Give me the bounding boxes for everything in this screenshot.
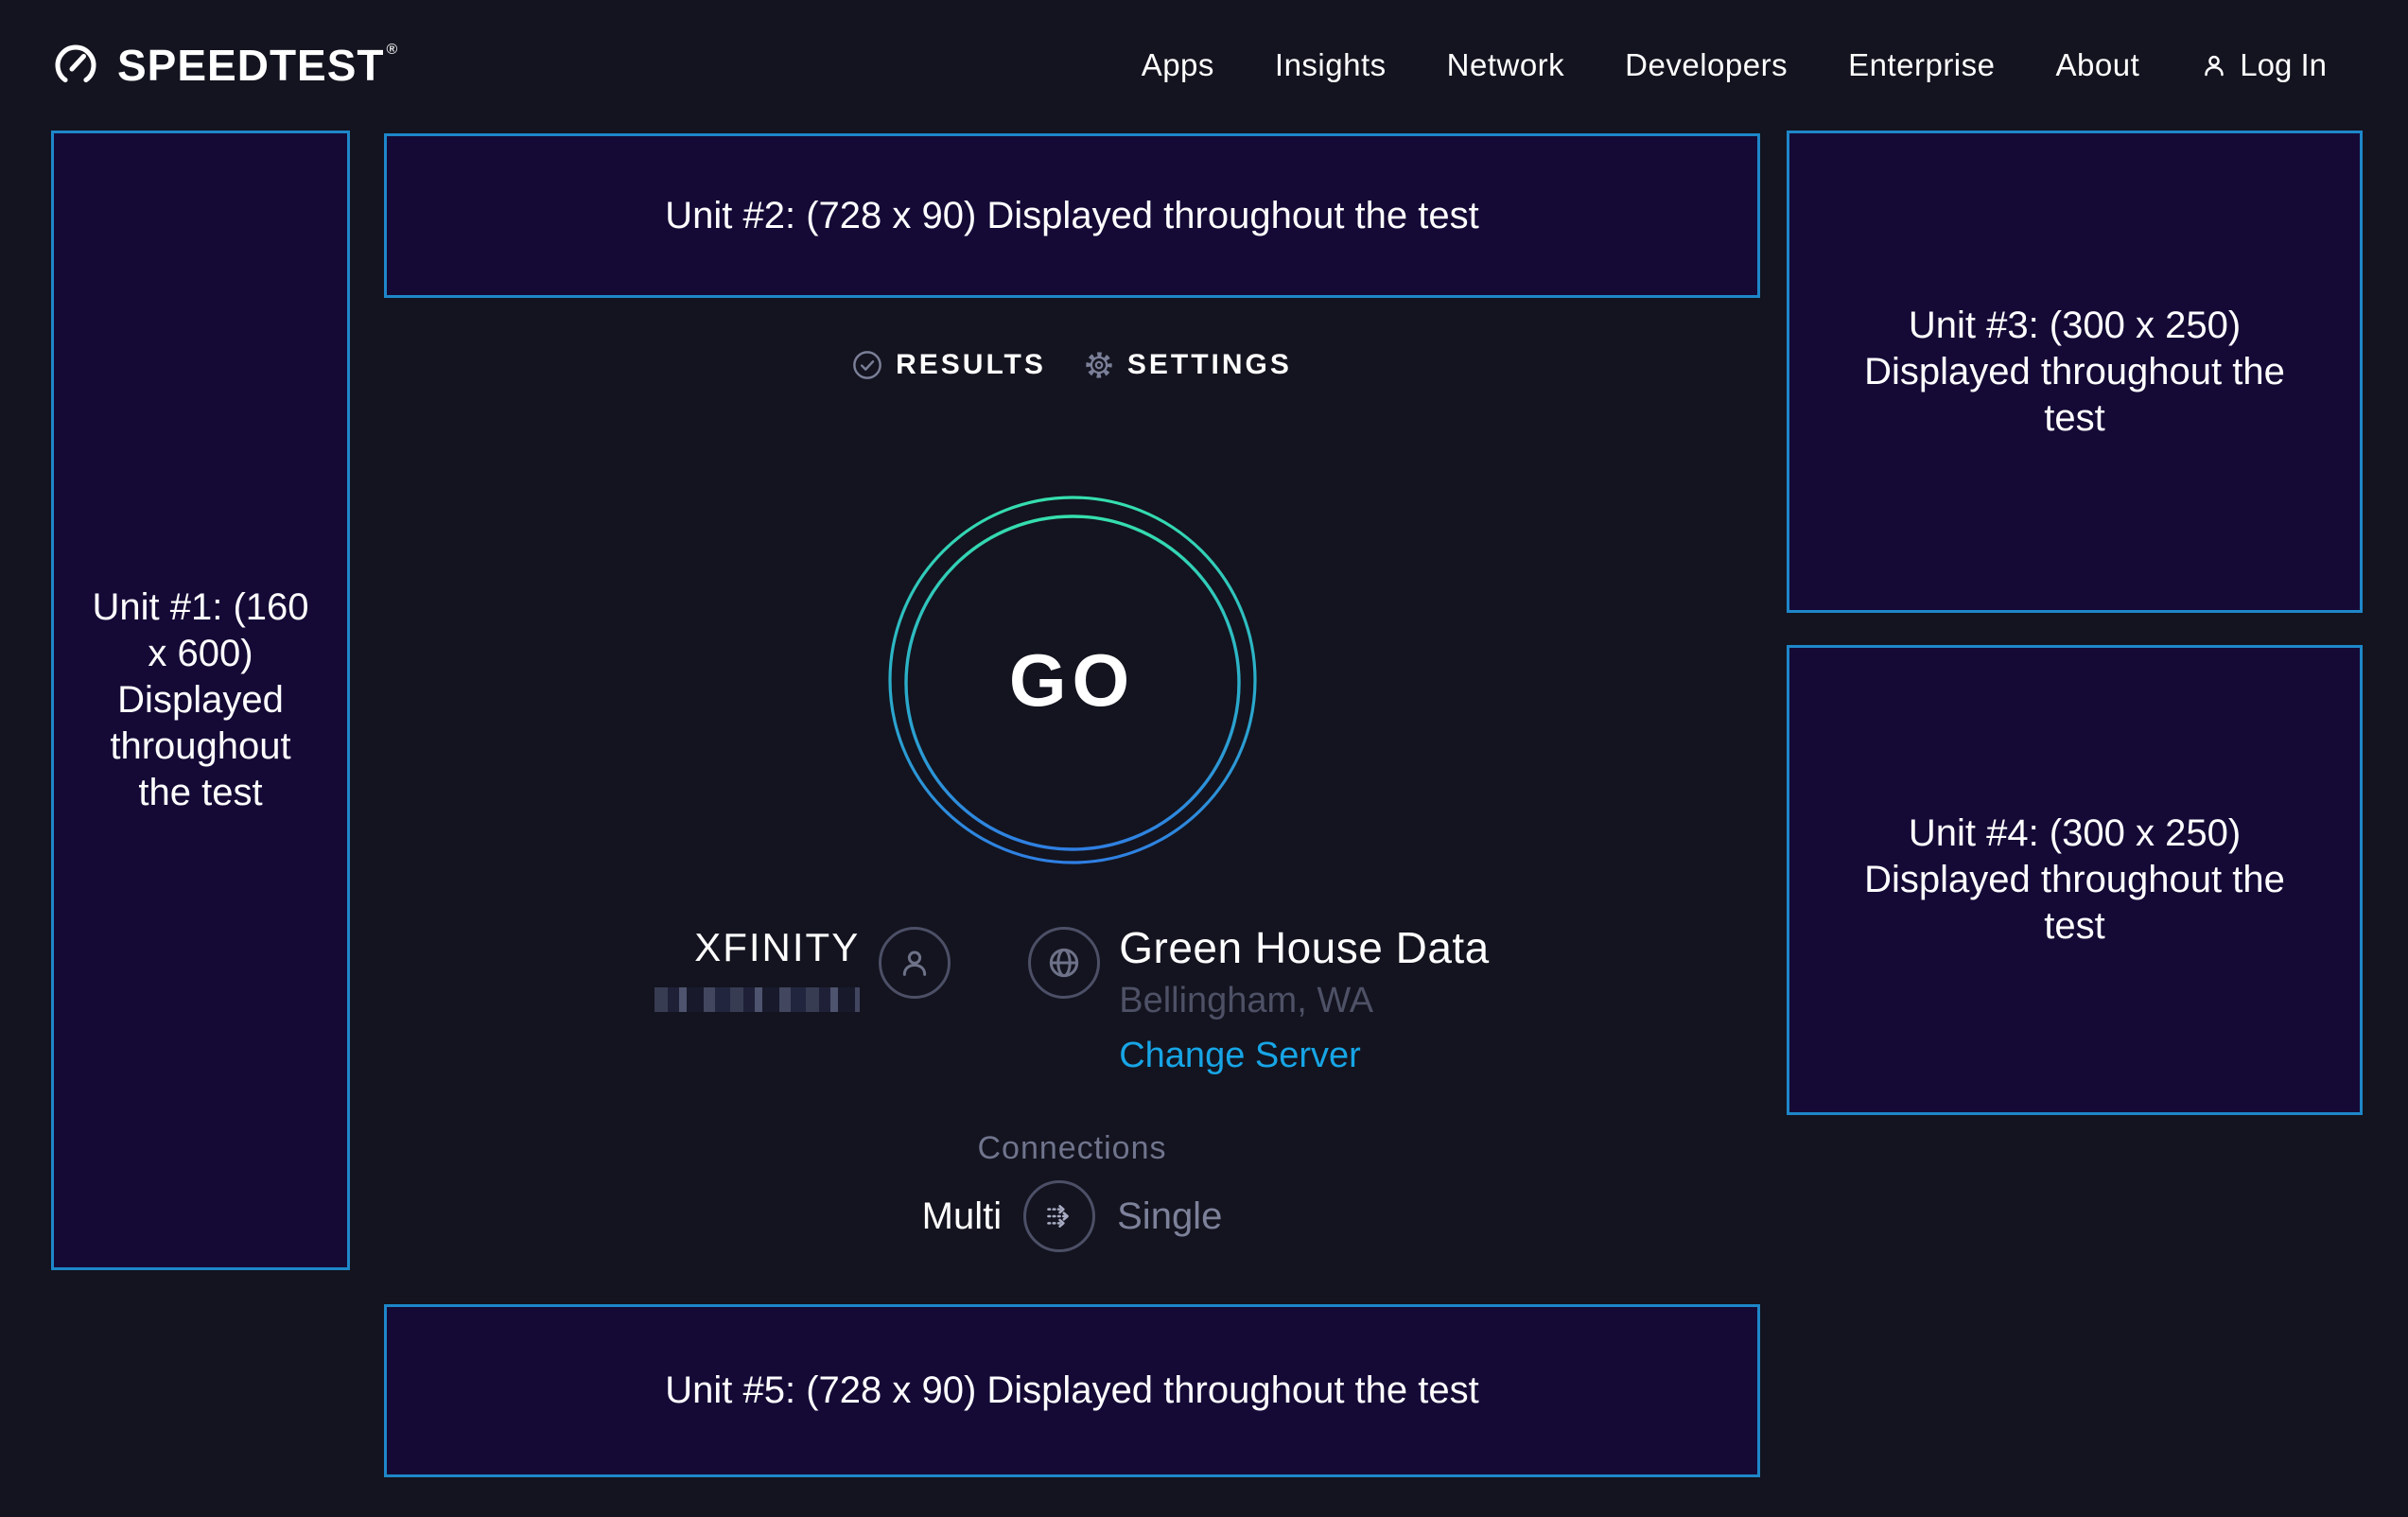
connection-info-row: XFINITY Green House Data Belling xyxy=(384,923,1760,1076)
nav-item-network[interactable]: Network xyxy=(1447,47,1565,83)
server-block: Green House Data Bellingham, WA Change S… xyxy=(1028,923,1490,1076)
isp-name: XFINITY xyxy=(694,923,860,972)
check-circle-icon xyxy=(852,350,882,380)
person-circle-icon xyxy=(896,944,934,982)
ad-unit-1: Unit #1: (160 x 600) Displayed throughou… xyxy=(51,131,350,1270)
view-tabs: RESULTS SETTINGS xyxy=(384,346,1760,384)
go-button-label: GO xyxy=(883,491,1262,869)
server-location: Bellingham, WA xyxy=(1119,980,1373,1021)
nav-item-apps[interactable]: Apps xyxy=(1142,47,1214,83)
connections-label: Connections xyxy=(384,1129,1760,1167)
nav-item-about[interactable]: About xyxy=(2056,47,2140,83)
change-server-link[interactable]: Change Server xyxy=(1119,1035,1361,1076)
ad-unit-5-text: Unit #5: (728 x 90) Displayed throughout… xyxy=(665,1368,1479,1414)
connections-single-option[interactable]: Single xyxy=(1117,1195,1222,1238)
speedometer-icon xyxy=(53,43,98,88)
server-name: Green House Data xyxy=(1119,923,1490,972)
tab-results[interactable]: RESULTS xyxy=(852,349,1046,381)
server-icon-circle xyxy=(1028,927,1100,999)
connections-toggle[interactable] xyxy=(1023,1180,1095,1252)
multi-connections-icon xyxy=(1039,1196,1079,1236)
tab-settings[interactable]: SETTINGS xyxy=(1084,349,1292,381)
tab-results-label: RESULTS xyxy=(896,349,1046,381)
ad-unit-5: Unit #5: (728 x 90) Displayed throughout… xyxy=(384,1304,1760,1477)
isp-block: XFINITY xyxy=(654,923,951,1012)
isp-ip-redacted xyxy=(654,987,860,1012)
login-button[interactable]: Log In xyxy=(2200,47,2327,83)
top-nav: SPEEDTEST® Apps Insights Network Develop… xyxy=(0,0,2408,131)
speedtest-main: RESULTS SETTINGS GO xyxy=(384,131,1760,1304)
speedtest-logo[interactable]: SPEEDTEST® xyxy=(53,40,398,91)
ad-unit-4: Unit #4: (300 x 250) Displayed throughou… xyxy=(1787,645,2363,1115)
tab-settings-label: SETTINGS xyxy=(1127,349,1292,381)
nav-item-enterprise[interactable]: Enterprise xyxy=(1848,47,1995,83)
login-label: Log In xyxy=(2240,47,2327,83)
trademark-symbol: ® xyxy=(387,42,399,58)
ad-unit-3: Unit #3: (300 x 250) Displayed throughou… xyxy=(1787,131,2363,613)
nav-menu: Apps Insights Network Developers Enterpr… xyxy=(1142,47,2327,83)
nav-item-insights[interactable]: Insights xyxy=(1275,47,1387,83)
isp-icon-circle xyxy=(879,927,951,999)
person-icon xyxy=(2200,51,2228,79)
globe-icon xyxy=(1045,944,1083,982)
connections-multi-option[interactable]: Multi xyxy=(922,1195,1002,1238)
gear-icon xyxy=(1084,350,1114,380)
ad-unit-4-text: Unit #4: (300 x 250) Displayed throughou… xyxy=(1853,811,2297,950)
nav-item-developers[interactable]: Developers xyxy=(1625,47,1788,83)
connections-section: Connections Multi Single xyxy=(384,1129,1760,1252)
go-button[interactable]: GO xyxy=(883,491,1262,869)
ad-unit-3-text: Unit #3: (300 x 250) Displayed throughou… xyxy=(1853,303,2297,442)
logo-text: SPEEDTEST® xyxy=(117,40,398,91)
ad-unit-1-text: Unit #1: (160 x 600) Displayed throughou… xyxy=(89,584,312,816)
